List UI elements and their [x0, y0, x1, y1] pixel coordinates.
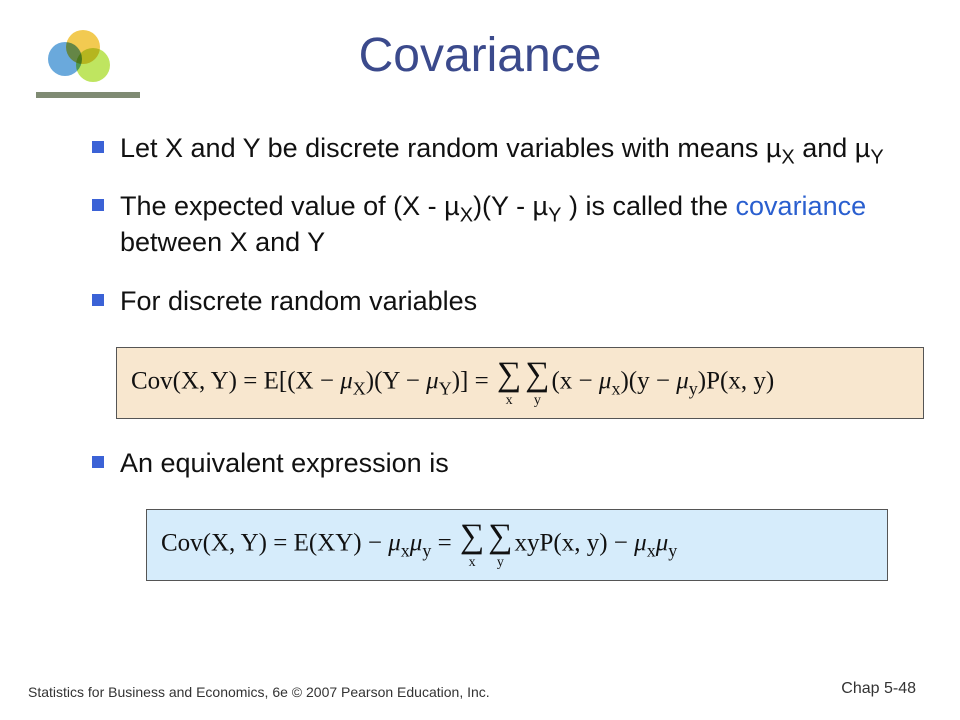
f1-sigma-x-lbl: x [497, 394, 521, 408]
f2-mu-2: μ [410, 530, 423, 557]
f1-mid1: )(Y − [366, 367, 426, 394]
f2-sub-x2: x [647, 541, 656, 561]
sigma-icon: ∑ [488, 520, 512, 554]
f1-lhs: Cov(X, Y) = E[(X − [131, 367, 340, 394]
f1-sub-y2: y [689, 378, 698, 398]
formula-definition: Cov(X, Y) = E[(X − μX)(Y − μY)] = ∑x∑y(x… [116, 347, 924, 419]
bullet-2-covariance: covariance [736, 191, 867, 221]
bullet-2-text-3: ) is called the [561, 191, 735, 221]
bullet-2-sub-x: X [460, 205, 473, 227]
f2-sigma-y-lbl: y [488, 556, 512, 570]
bullet-3-text: For discrete random variables [120, 286, 477, 316]
f2-sub-y1: y [422, 541, 431, 561]
f1-mu-1: μ [340, 367, 353, 394]
f1-sub-X1: X [353, 378, 366, 398]
f1-sigma-y: ∑y [523, 358, 551, 408]
bullet-1-text-1: Let X and Y be discrete random variables… [120, 133, 781, 163]
f1-mu-4: μ [676, 367, 689, 394]
f1-mid2: )] = [452, 367, 495, 394]
bullet-2-text-1: The expected value of (X - µ [120, 191, 460, 221]
f2-mu-3: μ [634, 530, 647, 557]
f1-mu-3: μ [599, 367, 612, 394]
bullet-2-text-4: between X and Y [120, 227, 325, 257]
slide-body: Let X and Y be discrete random variables… [90, 130, 900, 607]
f2-mid: xyP(x, y) − [514, 530, 634, 557]
f2-eq: = [431, 530, 458, 557]
bullet-4-text: An equivalent expression is [120, 448, 449, 478]
f2-mu-4: μ [656, 530, 669, 557]
f1-rhs2: )(y − [620, 367, 676, 394]
bullet-1-text-2: and µ [795, 133, 871, 163]
bullet-4: An equivalent expression is [90, 445, 900, 481]
bullet-2: The expected value of (X - µX)(Y - µY ) … [90, 188, 900, 260]
sigma-icon: ∑ [460, 520, 484, 554]
sigma-icon: ∑ [525, 358, 549, 392]
bullet-3: For discrete random variables [90, 283, 900, 319]
sigma-icon: ∑ [497, 358, 521, 392]
f2-sub-x1: x [401, 541, 410, 561]
slide-title: Covariance [0, 28, 960, 83]
logo-underline [36, 92, 140, 98]
footer-copyright: Statistics for Business and Economics, 6… [28, 684, 490, 700]
formula-equivalent: Cov(X, Y) = E(XY) − μxμy = ∑x∑yxyP(x, y)… [146, 509, 888, 581]
bullet-1-sub-y: Y [870, 146, 883, 168]
f1-rhs1: (x − [551, 367, 598, 394]
f2-mu-1: μ [388, 530, 401, 557]
bullet-2-text-2: )(Y - µ [473, 191, 548, 221]
f1-sigma-y-lbl: y [525, 394, 549, 408]
f2-sub-y2: y [668, 541, 677, 561]
f2-sigma-x-lbl: x [460, 556, 484, 570]
f1-rhs3: )P(x, y) [698, 367, 774, 394]
bullet-2-sub-y: Y [548, 205, 561, 227]
f1-sub-Y1: Y [439, 378, 452, 398]
f2-sigma-y: ∑y [486, 520, 514, 570]
f1-sigma-x: ∑x [495, 358, 523, 408]
bullet-1-sub-x: X [781, 146, 794, 168]
slide: Covariance Let X and Y be discrete rando… [0, 0, 960, 720]
f1-mu-2: μ [426, 367, 439, 394]
f2-sigma-x: ∑x [458, 520, 486, 570]
bullet-1: Let X and Y be discrete random variables… [90, 130, 900, 166]
footer-page-number: Chap 5-48 [841, 680, 916, 698]
f2-lhs: Cov(X, Y) = E(XY) − [161, 530, 388, 557]
